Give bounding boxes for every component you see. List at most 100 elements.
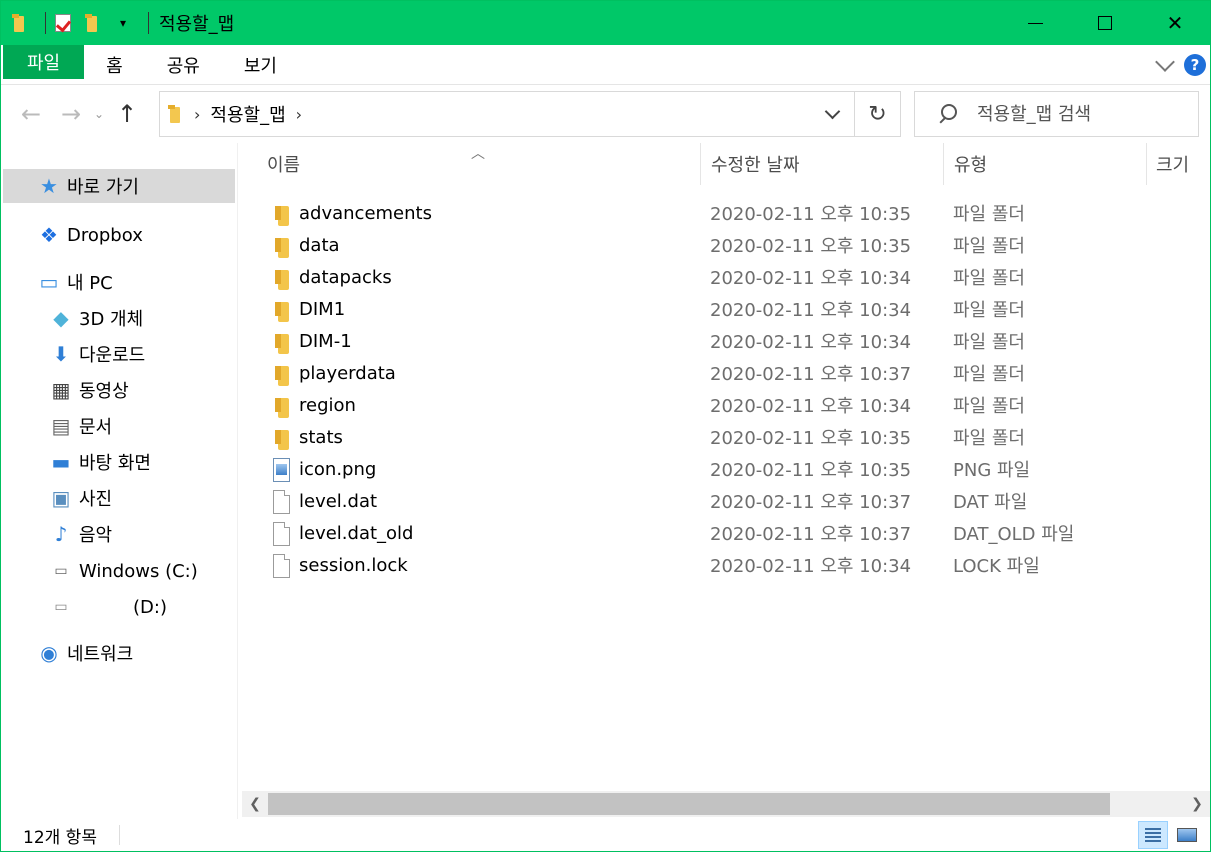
file-type: DAT_OLD 파일: [953, 524, 1075, 545]
ribbon-tabs: 파일 홈 공유 보기 ?: [1, 44, 1210, 85]
file-row[interactable]: data 2020-02-11 오후 10:35 파일 폴더: [267, 229, 1167, 261]
column-divider[interactable]: [700, 143, 701, 185]
sidebar-item-music[interactable]: ♪ 음악: [49, 517, 113, 551]
folder-icon: [271, 298, 289, 322]
divider: [148, 12, 149, 34]
forward-button[interactable]: →: [51, 94, 91, 134]
file-type: 파일 폴더: [953, 268, 1025, 289]
sidebar-item-desktop[interactable]: ▬ 바탕 화면: [49, 445, 151, 479]
file-modified: 2020-02-11 오후 10:37: [710, 524, 912, 545]
file-row[interactable]: DIM1 2020-02-11 오후 10:34 파일 폴더: [267, 293, 1167, 325]
tab-file[interactable]: 파일: [3, 44, 85, 79]
file-row[interactable]: region 2020-02-11 오후 10:34 파일 폴더: [267, 389, 1167, 421]
new-folder-icon[interactable]: [82, 12, 104, 34]
sidebar-item-documents[interactable]: ▤ 문서: [49, 409, 113, 443]
back-button[interactable]: ←: [11, 94, 51, 134]
sidebar-item-drive-d[interactable]: ▭ (D:): [49, 590, 167, 624]
music-icon: ♪: [54, 522, 68, 546]
file-type: LOCK 파일: [953, 556, 1040, 577]
file-row[interactable]: level.dat 2020-02-11 오후 10:37 DAT 파일: [267, 485, 1167, 517]
sidebar-item-3d-objects[interactable]: ◆ 3D 개체: [49, 301, 143, 335]
file-row[interactable]: playerdata 2020-02-11 오후 10:37 파일 폴더: [267, 357, 1167, 389]
file-type: 파일 폴더: [953, 396, 1025, 417]
column-header-modified[interactable]: 수정한 날짜: [711, 143, 800, 185]
column-divider[interactable]: [943, 143, 944, 185]
sidebar-item-videos[interactable]: ▦ 동영상: [49, 373, 129, 407]
file-type: 파일 폴더: [953, 332, 1025, 353]
file-row[interactable]: advancements 2020-02-11 오후 10:35 파일 폴더: [267, 197, 1167, 229]
tab-view[interactable]: 보기: [222, 45, 299, 85]
file-name: level.dat: [299, 490, 378, 512]
close-button[interactable]: ✕: [1140, 1, 1210, 45]
column-divider[interactable]: [1146, 143, 1147, 185]
file-row[interactable]: level.dat_old 2020-02-11 오후 10:37 DAT_OLD …: [267, 517, 1167, 549]
file-icon: [271, 522, 290, 546]
folder-icon: [168, 105, 184, 123]
view-switcher: [1134, 819, 1202, 851]
properties-icon[interactable]: [52, 12, 74, 34]
breadcrumb-separator-icon[interactable]: ›: [194, 105, 200, 124]
scroll-left-icon[interactable]: ❮: [242, 791, 268, 817]
sidebar-item-this-pc[interactable]: ▭ 내 PC: [37, 265, 113, 299]
sidebar-item-downloads[interactable]: ⬇ 다운로드: [49, 337, 146, 371]
expand-ribbon-icon[interactable]: [1155, 52, 1175, 72]
recent-locations-icon[interactable]: ⌄: [91, 107, 107, 121]
sidebar-item-label: 바로 가기: [67, 177, 139, 198]
sidebar-item-pictures[interactable]: ▣ 사진: [49, 481, 113, 515]
file-modified: 2020-02-11 오후 10:35: [710, 204, 912, 225]
maximize-button[interactable]: [1070, 1, 1140, 45]
sidebar-item-label: 동영상: [79, 381, 129, 402]
sidebar-item-dropbox[interactable]: ❖ Dropbox: [37, 218, 143, 252]
column-header-size[interactable]: 크기: [1156, 143, 1189, 185]
breadcrumb-item[interactable]: 적용할_맵: [210, 101, 285, 127]
column-header-type[interactable]: 유형: [954, 143, 987, 185]
scrollbar-thumb[interactable]: [268, 793, 1110, 815]
file-icon: [271, 490, 290, 514]
file-name: DIM1: [299, 298, 346, 320]
tab-home[interactable]: 홈: [84, 45, 145, 85]
refresh-button[interactable]: ↻: [854, 92, 900, 136]
file-row[interactable]: session.lock 2020-02-11 오후 10:34 LOCK 파일: [267, 549, 1167, 581]
sidebar-item-label: 다운로드: [79, 345, 146, 366]
large-icons-view-button[interactable]: [1172, 821, 1202, 849]
search-box[interactable]: [914, 91, 1199, 137]
help-icon[interactable]: ?: [1184, 54, 1206, 76]
file-row[interactable]: stats 2020-02-11 오후 10:35 파일 폴더: [267, 421, 1167, 453]
sidebar-item-label: 네트워크: [67, 644, 134, 665]
file-type: 파일 폴더: [953, 428, 1025, 449]
details-view-icon: [1145, 828, 1161, 842]
breadcrumb-separator-icon[interactable]: ›: [296, 105, 302, 124]
item-count: 12개 항목: [23, 827, 97, 848]
file-row[interactable]: datapacks 2020-02-11 오후 10:34 파일 폴더: [267, 261, 1167, 293]
file-modified: 2020-02-11 오후 10:34: [710, 268, 912, 289]
file-type: DAT 파일: [953, 492, 1028, 513]
title-bar[interactable]: ▾ 적용할_맵 ✕: [1, 1, 1210, 45]
file-modified: 2020-02-11 오후 10:35: [710, 428, 912, 449]
file-modified: 2020-02-11 오후 10:37: [710, 492, 912, 513]
address-bar[interactable]: › 적용할_맵 › ↻: [159, 91, 901, 137]
customize-toolbar-icon[interactable]: ▾: [112, 12, 134, 34]
file-row[interactable]: DIM-1 2020-02-11 오후 10:34 파일 폴더: [267, 325, 1167, 357]
up-button[interactable]: ↑: [107, 94, 147, 134]
sidebar-item-quick-access[interactable]: ★ 바로 가기: [3, 169, 235, 203]
window-title: 적용할_맵: [159, 14, 235, 35]
sidebar-item-label: 사진: [79, 489, 113, 510]
tab-share[interactable]: 공유: [145, 45, 222, 85]
sidebar-item-drive-c[interactable]: ▭ Windows (C:): [49, 554, 197, 588]
column-header-name[interactable]: 이름: [267, 143, 300, 185]
navigation-bar: ← → ⌄ ↑ › 적용할_맵 › ↻: [1, 85, 1210, 143]
horizontal-scrollbar[interactable]: ❮ ❯: [242, 791, 1210, 817]
divider: [45, 12, 46, 34]
ribbon-right: ?: [1155, 45, 1210, 85]
sidebar-item-network[interactable]: ◉ 네트워크: [37, 636, 133, 670]
search-input[interactable]: [977, 103, 1177, 125]
scroll-right-icon[interactable]: ❯: [1184, 791, 1210, 817]
details-view-button[interactable]: [1138, 821, 1168, 849]
divider: [119, 825, 120, 845]
minimize-button[interactable]: [1000, 1, 1070, 45]
file-name: icon.png: [299, 458, 377, 480]
window-controls: ✕: [1000, 1, 1210, 45]
address-dropdown-button[interactable]: [810, 92, 854, 136]
dropbox-icon: ❖: [40, 223, 58, 247]
file-row[interactable]: icon.png 2020-02-11 오후 10:35 PNG 파일: [267, 453, 1167, 485]
